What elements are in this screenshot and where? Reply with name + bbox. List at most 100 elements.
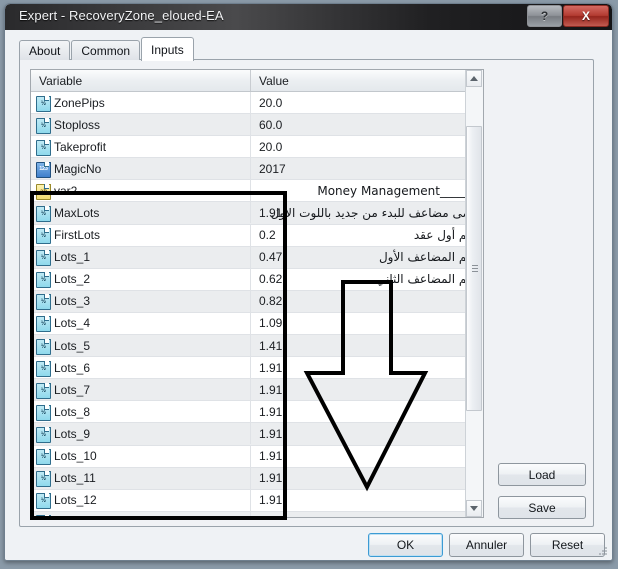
value-cell[interactable]: 1.41 <box>259 339 282 353</box>
variable-cell: 123 MagicNo <box>36 161 246 178</box>
table-row[interactable]: ½ Lots_1 0.47 حجم المضاعف الأول <box>31 246 483 269</box>
help-button[interactable]: ? <box>527 5 562 27</box>
grid-scrollbar[interactable] <box>465 70 483 517</box>
table-row[interactable]: 123 MagicNo 2017 <box>31 158 483 181</box>
resize-grip-icon[interactable] <box>598 547 608 557</box>
table-row[interactable]: ½ Stoploss 60.0 <box>31 114 483 137</box>
close-button[interactable]: X <box>563 5 609 27</box>
value-cell[interactable]: 0.47 <box>259 250 282 264</box>
column-splitter[interactable] <box>250 70 251 91</box>
half-page-icon: ½ <box>36 338 51 355</box>
table-row[interactable]: ½ Takeprofit 20.0 <box>31 136 483 159</box>
reset-button[interactable]: Reset <box>530 533 605 557</box>
chevron-up-icon <box>470 76 478 81</box>
variable-cell: ½ FirstLots <box>36 228 246 245</box>
table-row[interactable]: ½ ZonePips 20.0 <box>31 92 483 115</box>
row-splitter <box>250 401 251 423</box>
variable-cell: ½ ZonePips <box>36 95 246 112</box>
variable-cell: ½ Lots_3 <box>36 294 246 311</box>
cancel-button[interactable]: Annuler <box>449 533 524 557</box>
table-row[interactable]: ½ FirstLots 0.2 حجم أول عقد <box>31 224 483 247</box>
value-cell[interactable]: 2017 <box>259 162 286 176</box>
value-cell[interactable]: 20.0 <box>259 96 282 110</box>
value-cell[interactable]: 20.0 <box>259 140 282 154</box>
variable-name: var2 <box>54 183 78 198</box>
row-splitter <box>250 246 251 268</box>
table-row[interactable]: ½ Lots_7 1.91 <box>31 379 483 402</box>
load-button[interactable]: Load <box>498 463 586 486</box>
column-header-value[interactable]: Value <box>259 74 289 88</box>
table-row[interactable]: ½ Lots_3 0.82 <box>31 290 483 313</box>
table-row[interactable]: ½ Lots_8 1.91 <box>31 401 483 424</box>
half-page-icon: ½ <box>36 95 51 112</box>
half-page-icon: ½ <box>36 360 51 377</box>
scrollbar-grip-icon <box>472 264 478 273</box>
tab-about[interactable]: About <box>19 40 71 60</box>
variable-name: Takeprofit <box>54 139 107 154</box>
variable-name: Lots_4 <box>54 316 91 331</box>
annotation-note: حجم أول عقد <box>413 228 482 243</box>
row-splitter <box>250 423 251 445</box>
variable-name: MagicNo <box>54 161 102 176</box>
inputs-grid: Variable Value ½ ZonePips 20.0 ½ Stoploss 60.… <box>30 69 484 518</box>
row-splitter <box>250 467 251 489</box>
value-cell[interactable]: 0.2 <box>259 228 276 242</box>
row-splitter <box>250 511 251 517</box>
ok-button[interactable]: OK <box>368 533 443 557</box>
variable-name: Lots_8 <box>54 404 91 419</box>
value-cell[interactable]: 1.91 <box>259 405 282 419</box>
variable-cell: ½ Takeprofit <box>36 139 246 156</box>
half-page-icon: ½ <box>36 404 51 421</box>
tab-inputs[interactable]: Inputs <box>141 37 194 61</box>
row-splitter <box>250 158 251 180</box>
value-cell[interactable]: 1.91 <box>259 427 282 441</box>
half-page-icon: ½ <box>36 426 51 443</box>
table-row[interactable]: ½Lots_13 1.91 <box>31 511 483 517</box>
table-row[interactable]: ½ MaxLots 1.91 أقصى مضاعف للبدء من جديد بال… <box>31 202 483 225</box>
window-controls: ? X <box>527 5 609 27</box>
variable-name: ZonePips <box>54 95 105 110</box>
inputs-tab-panel: Variable Value ½ ZonePips 20.0 ½ Stoploss 60.… <box>19 59 594 527</box>
table-row[interactable]: ½ Lots_6 1.91 <box>31 357 483 380</box>
table-row[interactable]: ½ Lots_11 1.91 <box>31 467 483 490</box>
variable-name: Lots_9 <box>54 426 91 441</box>
value-cell[interactable]: 0.62 <box>259 272 282 286</box>
variable-name: Lots_7 <box>54 382 91 397</box>
value-cell[interactable]: 1.09 <box>259 316 282 330</box>
title-bar[interactable]: Expert - RecoveryZone_eloued-EA ? X <box>5 4 612 31</box>
table-row[interactable]: ½ Lots_2 0.62 حجم المضاعف الثاني <box>31 268 483 291</box>
value-cell[interactable]: 1.91 <box>259 361 282 375</box>
table-row[interactable]: ½ Lots_9 1.91 <box>31 423 483 446</box>
save-button[interactable]: Save <box>498 496 586 519</box>
grid-body: ½ ZonePips 20.0 ½ Stoploss 60.0 ½ Takeprofit 20.… <box>31 92 483 517</box>
value-cell[interactable]: 1.91 <box>259 515 282 517</box>
row-splitter <box>250 92 251 113</box>
table-row[interactable]: ½ Lots_4 1.09 <box>31 312 483 336</box>
half-page-icon: ½ <box>36 316 51 333</box>
row-splitter <box>250 445 251 467</box>
value-cell[interactable]: 1.91 <box>259 449 282 463</box>
column-header-variable[interactable]: Variable <box>39 74 82 88</box>
value-cell[interactable]: 60.0 <box>259 118 282 132</box>
scroll-up-button[interactable] <box>466 70 482 87</box>
scroll-down-button[interactable] <box>466 500 482 517</box>
value-cell[interactable]: 1.91 <box>259 383 282 397</box>
value-cell[interactable]: 0.82 <box>259 294 282 308</box>
tab-common[interactable]: Common <box>71 40 141 60</box>
value-cell[interactable]: 1.91 <box>259 493 282 507</box>
variable-cell: ½ Lots_7 <box>36 382 246 399</box>
value-cell[interactable]: 1.91 <box>259 471 282 485</box>
window-title: Expert - RecoveryZone_eloued-EA <box>19 8 224 23</box>
half-page-icon: ½ <box>36 117 51 134</box>
table-row[interactable]: ab var2 _______Money Management <box>31 180 483 203</box>
table-row[interactable]: ½ Lots_5 1.41 <box>31 335 483 358</box>
tab-strip: About Common Inputs <box>19 37 195 61</box>
row-splitter <box>250 357 251 379</box>
variable-name: FirstLots <box>54 228 101 243</box>
table-row[interactable]: ½ Lots_10 1.91 <box>31 445 483 468</box>
half-page-icon: ½ <box>36 515 51 517</box>
annotation-note: حجم المضاعف الثاني <box>376 272 482 287</box>
variable-name: Lots_12 <box>54 493 97 508</box>
table-row[interactable]: ½ Lots_12 1.91 <box>31 489 483 512</box>
scrollbar-thumb[interactable] <box>466 126 482 411</box>
